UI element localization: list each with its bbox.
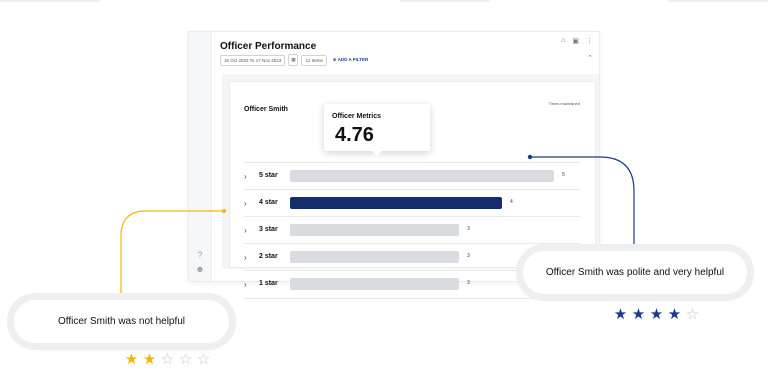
star-empty-icon: ☆ [178, 351, 193, 368]
star-filled-icon: ★ [124, 351, 139, 368]
star-empty-icon: ☆ [196, 351, 211, 368]
star-empty-icon: ☆ [160, 351, 175, 368]
negative-connector [120, 210, 224, 299]
positive-feedback-text: Officer Smith was polite and very helpfu… [545, 267, 725, 278]
star-empty-icon: ☆ [685, 306, 700, 323]
star-filled-icon: ★ [613, 306, 628, 323]
negative-connector-start-dot [222, 209, 226, 213]
negative-feedback-bubble: Officer Smith was not helpful [14, 300, 229, 343]
star-filled-icon: ★ [631, 306, 646, 323]
star-filled-icon: ★ [667, 306, 682, 323]
positive-connector-start-dot [527, 154, 533, 160]
positive-feedback-bubble: Officer Smith was polite and very helpfu… [523, 251, 747, 294]
star-filled-icon: ★ [142, 351, 157, 368]
positive-rating-stars: ★ ★ ★ ★ ☆ [613, 307, 700, 322]
negative-feedback-text: Officer Smith was not helpful [57, 316, 186, 327]
star-filled-icon: ★ [649, 306, 664, 323]
positive-connector [530, 156, 635, 249]
negative-rating-stars: ★ ★ ☆ ☆ ☆ [124, 352, 211, 367]
